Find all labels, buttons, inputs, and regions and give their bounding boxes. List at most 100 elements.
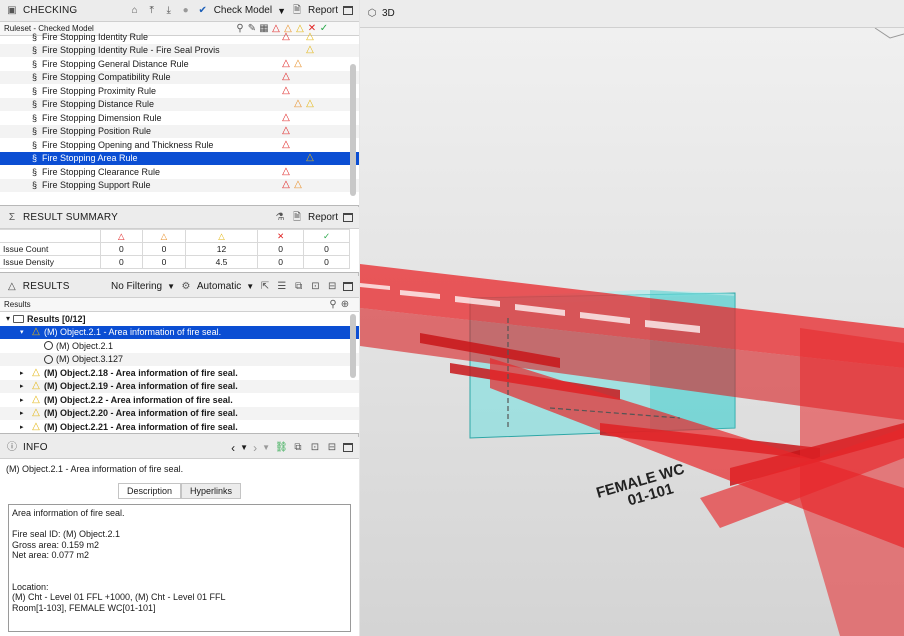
result-item[interactable]: ▸ △ (M) Object.2.20 - Area information of …: [0, 406, 359, 420]
result-item[interactable]: ▸ △ (M) Object.2.19 - Area information of …: [0, 379, 359, 393]
cube-icon: ⬡: [367, 7, 377, 19]
summary-maximize-icon[interactable]: [343, 213, 353, 222]
expand-icon[interactable]: ▸: [20, 423, 30, 431]
list-icon[interactable]: ☰: [276, 281, 288, 293]
report-button[interactable]: Report: [308, 5, 338, 16]
info-icon: ⓘ: [7, 441, 17, 453]
lock-icon[interactable]: ⊡: [310, 281, 322, 293]
rule-row[interactable]: §Fire Stopping Clearance Rule△△△: [0, 165, 359, 179]
result-item[interactable]: (M) Object.2.1: [0, 339, 359, 353]
info-maximize-icon[interactable]: [343, 443, 353, 452]
group-icon[interactable]: ⊟: [326, 281, 338, 293]
result-item-label: (M) Object.2.19 - Area information of fi…: [44, 381, 238, 392]
expand-icon[interactable]: ▸: [20, 409, 30, 417]
link-icon[interactable]: ⛓: [275, 442, 288, 454]
rule-list: §Fire Stopping Identity Rule△△△§Fire Sto…: [0, 30, 359, 200]
results-maximize-icon[interactable]: [343, 282, 353, 291]
mode-select[interactable]: Automatic: [197, 281, 241, 292]
copy-icon[interactable]: ⧉: [293, 281, 305, 293]
open-folder-icon[interactable]: ⌂: [129, 5, 141, 17]
record-icon[interactable]: ●: [180, 5, 192, 17]
result-item[interactable]: ▸ △ (M) Object.2.18 - Area information of …: [0, 366, 359, 380]
expand-icon[interactable]: ▾: [20, 328, 30, 336]
tab-description[interactable]: Description: [117, 483, 181, 499]
mode-dropdown-icon[interactable]: ▼: [246, 282, 254, 291]
rule-row[interactable]: §Fire Stopping General Distance Rule△△△: [0, 57, 359, 71]
group-icon[interactable]: ⊟: [326, 442, 338, 454]
rule-row[interactable]: §Fire Stopping Dimension Rule△△△: [0, 111, 359, 125]
3d-view[interactable]: ⬡ 3D FEMALE WC 01-101: [360, 0, 904, 636]
critical-marker-icon: △: [282, 165, 290, 177]
low-marker-icon: △: [306, 98, 314, 110]
rule-row[interactable]: § Fire Stopping Opening and Thickness Rul…: [0, 138, 359, 152]
tab-hyperlinks[interactable]: Hyperlinks: [181, 483, 242, 499]
results-panel: △ RESULTS No Filtering ▼ ⚙ Automatic ▼ ⇱…: [0, 276, 359, 434]
critical-marker-icon: △: [282, 84, 290, 96]
result-item[interactable]: (M) Object.3.127: [0, 352, 359, 366]
rule-row[interactable]: §Fire Stopping Compatibility Rule△△△: [0, 70, 359, 84]
checking-title: CHECKING: [23, 5, 78, 16]
summary-title: RESULT SUMMARY: [23, 212, 119, 223]
rule-row[interactable]: §Fire Stopping Proximity Rule△△△: [0, 84, 359, 98]
low-icon: △: [218, 230, 225, 241]
description-text-area[interactable]: Area information of fire seal. Fire seal …: [8, 504, 351, 632]
warning-icon: △: [32, 326, 40, 338]
check-model-dropdown[interactable]: ▼: [277, 6, 286, 16]
rule-row[interactable]: §Fire Stopping Identity Rule△△△: [0, 30, 359, 44]
filter-icon[interactable]: ⚗: [274, 212, 286, 224]
result-item-label: (M) Object.2.1: [56, 340, 114, 351]
3d-scene[interactable]: FEMALE WC 01-101: [360, 28, 904, 636]
rule-label: Fire Stopping General Distance Rule: [42, 58, 189, 69]
summary-cell: 0: [142, 242, 186, 256]
back-button[interactable]: ‹: [231, 441, 235, 455]
filter-select[interactable]: No Filtering: [111, 281, 162, 292]
result-item[interactable]: ▾ △ (M) Object.2.1 - Area information of f…: [0, 325, 359, 339]
results-column-label: Results: [4, 300, 31, 309]
expand-icon[interactable]: ▸: [20, 396, 30, 404]
description-line: [12, 519, 347, 530]
forward-dropdown[interactable]: ▼: [262, 443, 270, 452]
critical-marker-icon: △: [282, 179, 290, 191]
expand-icon[interactable]: ▸: [20, 382, 30, 390]
rule-icon: §: [32, 153, 38, 164]
rule-row[interactable]: §Fire Stopping Distance Rule△△△: [0, 97, 359, 111]
info-tabs: Description Hyperlinks: [0, 483, 359, 499]
result-item[interactable]: ▸ △ (M) Object.2.2 - Area information of f…: [0, 393, 359, 407]
summary-cell: 0: [303, 242, 350, 256]
forward-button[interactable]: ›: [253, 441, 257, 455]
result-item[interactable]: ▸ △ (M) Object.2.21 - Area information of …: [0, 420, 359, 433]
pointer-icon[interactable]: ⇱: [259, 281, 271, 293]
rule-row[interactable]: §Fire Stopping Area Rule△△△: [0, 151, 359, 165]
lock-icon[interactable]: ⊡: [309, 442, 321, 454]
rule-row[interactable]: §Fire Stopping Position Rule△△△: [0, 124, 359, 138]
history-dropdown[interactable]: ▼: [240, 443, 248, 452]
filter-dropdown-icon[interactable]: ▼: [167, 282, 175, 291]
critical-marker-icon: △: [282, 57, 290, 69]
object-icon: [44, 341, 53, 351]
maximize-icon[interactable]: [343, 6, 353, 15]
copy-icon[interactable]: ⧉: [292, 442, 304, 454]
summary-table: △ △ △ ✕ ✓ Issue Count 0 0 12 0 0 Issue D…: [0, 229, 350, 269]
upload-icon[interactable]: ⤒: [146, 5, 158, 17]
warning-icon: △: [32, 393, 40, 405]
rule-row[interactable]: § Fire Stopping Identity Rule - Fire Seal…: [0, 43, 359, 57]
rule-row[interactable]: §Fire Stopping Support Rule△△△: [0, 178, 359, 192]
rule-list-scrollbar[interactable]: [350, 64, 356, 196]
attach-icon[interactable]: ⚲: [327, 299, 339, 311]
summary-report-button[interactable]: Report: [308, 212, 338, 223]
rule-label: Fire Stopping Identity Rule: [42, 31, 149, 42]
download-icon[interactable]: ⤓: [163, 5, 175, 17]
left-pane: ▣ CHECKING ⌂ ⤒ ⤓ ● ✔ Check Model ▼ 🗎 Rep…: [0, 0, 359, 636]
critical-marker-icon: △: [282, 30, 290, 42]
rule-icon: §: [32, 45, 38, 56]
results-root[interactable]: ▾ Results [0/12]: [0, 312, 359, 326]
expand-icon[interactable]: ▸: [20, 369, 30, 377]
rule-label: Fire Stopping Identity Rule - Fire Seal …: [42, 45, 220, 56]
results-scrollbar[interactable]: [350, 314, 356, 378]
collapse-icon[interactable]: ▾: [6, 314, 10, 323]
check-model-button[interactable]: Check Model: [214, 5, 272, 16]
rule-label: Fire Stopping Clearance Rule: [42, 166, 161, 177]
low-marker-icon: △: [306, 44, 314, 56]
summary-row-label: Issue Count: [0, 242, 101, 256]
zoom-icon[interactable]: ⊕: [339, 299, 351, 311]
